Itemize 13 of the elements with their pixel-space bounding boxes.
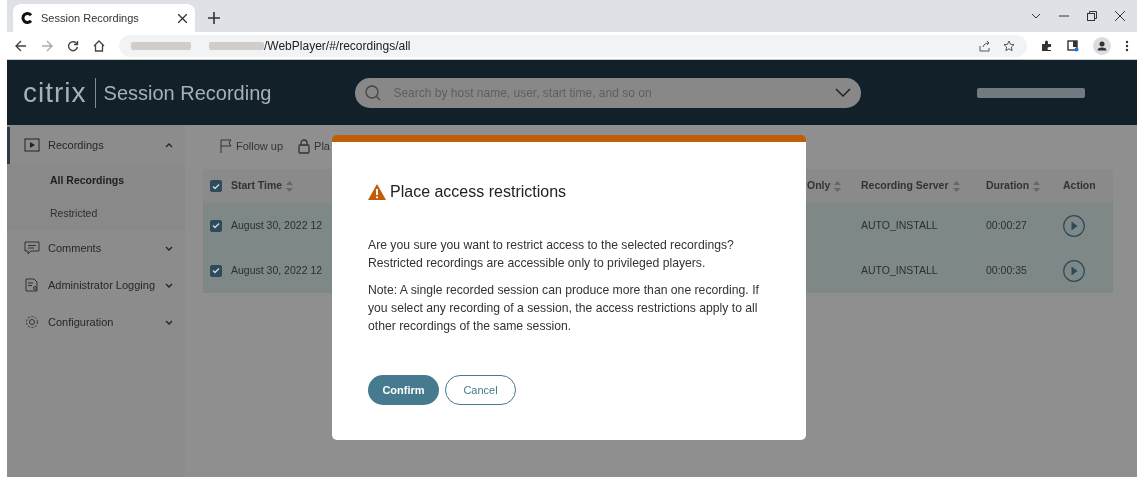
table-cell-text: AUTO_INSTALL	[861, 217, 939, 233]
dialog-text: Are you sure you want to restrict access to the selected recordings? Restricted recordings are accessible only to privileged players.	[368, 237, 735, 272]
dialog-text: Note: A single recorded session can produce more than one recording. If you select any recording of a session, the access restrictions apply to all other recordings of the same session.	[368, 282, 760, 335]
table-cell-text: August 30, 2022 12	[231, 262, 324, 278]
table-cell-text: 00:00:27	[986, 217, 1028, 233]
product-name: Session Recording	[94, 77, 272, 108]
table-cell-text: AUTO_INSTALL	[861, 262, 939, 278]
table-cell-text: August 30, 2022 12	[231, 217, 324, 233]
table-cell-text: 00:00:35	[986, 262, 1028, 278]
url-text: /WebPlayer/#/recordings/all	[264, 37, 411, 55]
dialog-title: Place access restrictions	[390, 182, 567, 202]
logo-text: citrix	[23, 75, 87, 110]
column-header: Action	[1063, 178, 1097, 194]
